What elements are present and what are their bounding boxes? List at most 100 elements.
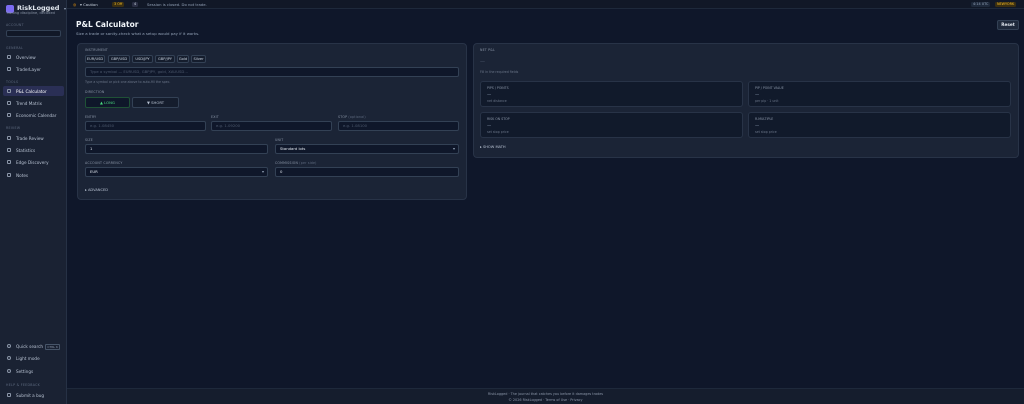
sidebar-item-label: Statistics <box>16 147 36 153</box>
caution-label: Caution <box>83 1 98 7</box>
tools-section-label: TOOLS <box>6 80 19 84</box>
chip-silver[interactable]: Silver <box>191 55 206 63</box>
sidebar-item-label: Trade Review <box>16 135 44 141</box>
account-selector[interactable] <box>6 30 61 37</box>
sun-icon <box>7 356 11 360</box>
commission-note: (per side) <box>299 161 317 165</box>
clock-badge: 4:14 UTC <box>971 1 991 7</box>
sidebar: RiskLogged ▾ Trading discipline, decoded… <box>0 0 67 404</box>
chevron-down-icon: ▾ <box>261 169 264 174</box>
footer-tagline: RiskLogged · The journal that catches yo… <box>487 392 604 396</box>
chevron-down-icon[interactable]: ▾ <box>64 6 66 11</box>
general-section-label: GENERAL <box>6 46 24 50</box>
calendar-icon <box>7 113 11 117</box>
search-icon <box>7 344 11 348</box>
sidebar-item-label: P&L Calculator <box>16 88 47 94</box>
symbol-input[interactable]: Type a symbol — EURUSD, GBPJPY, gold, XA… <box>85 67 459 77</box>
review-icon <box>7 136 11 140</box>
pip-value-label: PIP / POINT VALUE <box>755 86 784 90</box>
session-status: Session is closed. Do not trade. <box>147 1 207 7</box>
show-math-toggle[interactable]: ▸ SHOW MATH <box>480 145 506 149</box>
submit-bug-link[interactable]: Submit a bug <box>3 390 64 400</box>
entry-input[interactable]: e.g. 1.08450 <box>85 121 206 131</box>
r-multiple-card: R-MULTIPLE — set stop price <box>748 112 1011 138</box>
quick-search-button[interactable]: Quick search CTRL K <box>3 341 64 351</box>
sidebar-item-label: Notes <box>16 172 29 178</box>
pip-value-value: — <box>755 92 760 97</box>
net-pnl-hint: Fill in the required fields <box>480 70 519 74</box>
footer-links[interactable]: © 2026 RiskLogged · Terms of Use · Priva… <box>67 398 1024 402</box>
light-mode-toggle[interactable]: Light mode <box>3 353 64 363</box>
settings-label: Settings <box>16 368 34 374</box>
chip-usdjpy[interactable]: USD/JPY <box>132 55 153 63</box>
chip-eurusd[interactable]: EUR/USD <box>85 55 105 63</box>
unit-value: Standard lots <box>280 146 306 151</box>
currency-select[interactable]: EUR ▾ <box>85 167 268 177</box>
grid-icon <box>7 55 11 59</box>
quick-search-label: Quick search <box>16 343 44 349</box>
sidebar-item-traderlayer[interactable]: TraderLayer <box>3 64 64 74</box>
shortcut-badge: CTRL K <box>45 344 60 350</box>
sidebar-item-label: TraderLayer <box>16 66 41 72</box>
commission-input[interactable]: 0 <box>275 167 459 177</box>
pips-value: — <box>487 92 492 97</box>
account-section-label: ACCOUNT <box>6 23 24 27</box>
risk-sub: set stop price <box>487 130 509 134</box>
sidebar-item-pnl-calculator[interactable]: P&L Calculator <box>3 86 64 96</box>
chip-gbpjpy[interactable]: GBP/JPY <box>155 55 175 63</box>
compass-icon <box>7 160 11 164</box>
long-button[interactable]: ▲ LONG <box>85 97 130 108</box>
net-pnl-value: — <box>480 59 485 65</box>
exit-input[interactable]: e.g. 1.09200 <box>211 121 332 131</box>
submit-bug-label: Submit a bug <box>16 392 45 398</box>
trend-icon <box>7 101 11 105</box>
help-section-label: HELP & FEEDBACK <box>6 383 41 387</box>
commission-label-text: COMMISSION <box>275 161 299 165</box>
layers-icon <box>7 67 11 71</box>
risk-card: RISK ON STOP — set stop price <box>480 112 743 138</box>
sidebar-item-trade-review[interactable]: Trade Review <box>3 133 64 143</box>
exit-label: EXIT <box>211 115 219 119</box>
chip-gold[interactable]: Gold <box>177 55 189 63</box>
sidebar-item-statistics[interactable]: Statistics <box>3 145 64 155</box>
light-mode-label: Light mode <box>16 355 40 361</box>
chip-gbpusd[interactable]: GBP/USD <box>108 55 130 63</box>
instrument-label: INSTRUMENT <box>85 48 108 52</box>
stop-optional-note: (optional) <box>348 115 366 119</box>
direction-label: DIRECTION <box>85 90 105 94</box>
page-title: P&L Calculator <box>76 20 139 29</box>
commission-label: COMMISSION (per side) <box>275 161 317 165</box>
short-button[interactable]: ▼ SHORT <box>132 97 179 108</box>
stop-label: STOP (optional) <box>338 115 366 119</box>
footer: RiskLogged · The journal that catches yo… <box>67 388 1024 404</box>
sidebar-item-notes[interactable]: Notes <box>3 170 64 180</box>
r-multiple-value: — <box>755 123 760 128</box>
caution-icon: ◎ <box>73 1 77 7</box>
r-multiple-sub: set stop price <box>755 130 777 134</box>
session-badge: NEWYORK <box>995 1 1017 7</box>
currency-label: ACCOUNT CURRENCY <box>85 161 123 165</box>
stop-input[interactable]: e.g. 1.08100 <box>338 121 459 131</box>
size-input[interactable]: 1 <box>85 144 268 154</box>
size-label: SIZE <box>85 138 93 142</box>
sidebar-item-trend-matrix[interactable]: Trend Matrix <box>3 98 64 108</box>
caution-dropdown[interactable]: ▾ Caution <box>80 2 98 7</box>
pips-label: PIPS / POINTS <box>487 86 509 90</box>
sidebar-item-label: Trend Matrix <box>16 100 42 106</box>
off-count-badge: 3 Off <box>112 1 125 7</box>
stop-label-text: STOP <box>338 115 348 119</box>
unit-select[interactable]: Standard lots ▾ <box>275 144 459 154</box>
settings-link[interactable]: Settings <box>3 366 64 376</box>
risk-label: RISK ON STOP <box>487 117 510 121</box>
pip-value-sub: per pip · 1 unit <box>755 99 779 103</box>
bar-chart-icon <box>7 148 11 152</box>
currency-value: EUR <box>90 169 98 174</box>
advanced-toggle[interactable]: ▸ ADVANCED <box>85 188 108 192</box>
sidebar-item-overview[interactable]: Overview <box>3 52 64 62</box>
reset-button[interactable]: Reset <box>997 20 1019 30</box>
risk-value: — <box>487 123 492 128</box>
sidebar-item-economic-calendar[interactable]: Economic Calendar <box>3 110 64 120</box>
sidebar-item-label: Edge Discovery <box>16 159 49 165</box>
sidebar-item-edge-discovery[interactable]: Edge Discovery <box>3 157 64 167</box>
top-bar: ◎ ▾ Caution 3 Off 4 Session is closed. D… <box>67 0 1024 9</box>
